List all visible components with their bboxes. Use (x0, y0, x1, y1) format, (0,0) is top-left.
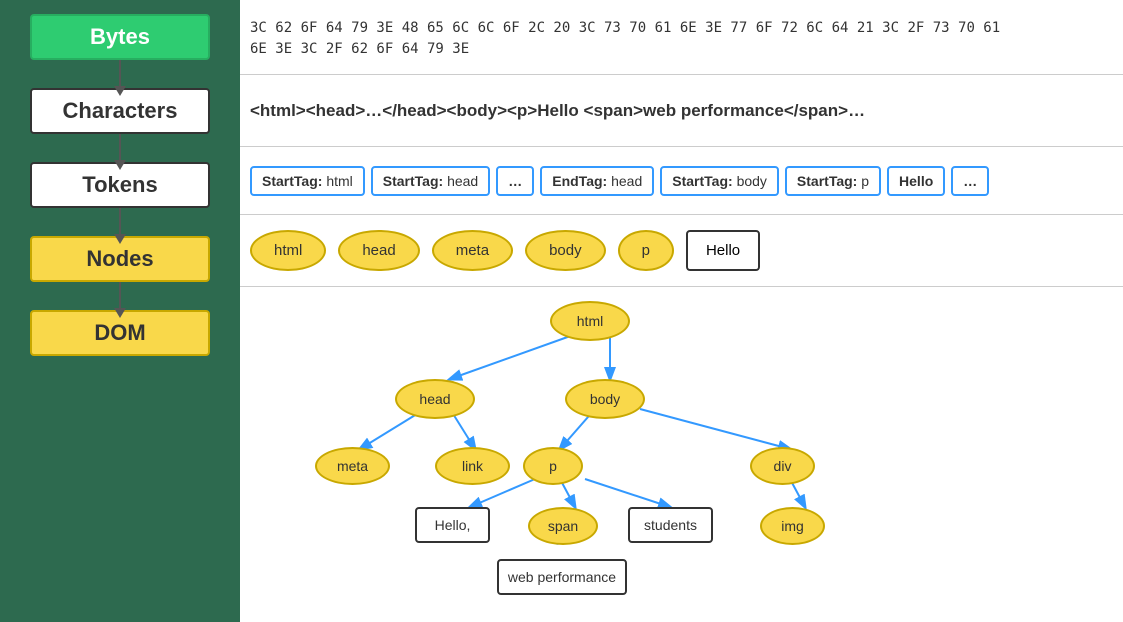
content-area: 3C 62 6F 64 79 3E 48 65 6C 6C 6F 2C 20 3… (240, 0, 1123, 622)
token-hello: Hello (887, 166, 945, 196)
bytes-content-row: 3C 62 6F 64 79 3E 48 65 6C 6C 6F 2C 20 3… (240, 0, 1123, 75)
dom-body: body (565, 379, 645, 419)
nodes-content-row: html head meta body p html Hello (240, 215, 1123, 287)
dom-students-box: students (628, 507, 713, 543)
token-starttag-body: StartTag: body (660, 166, 779, 196)
token-starttag-html: StartTag: html (250, 166, 365, 196)
dom-meta: meta (315, 447, 390, 485)
characters-to-tokens-arrow (119, 134, 121, 162)
characters-content-row: <html><head>…</head><body><p>Hello <span… (240, 75, 1123, 147)
main-container: Bytes Characters Tokens Nodes DOM 3C 62 … (0, 0, 1123, 622)
node-hello-box: html Hello (686, 230, 760, 271)
bytes-label: Bytes (90, 24, 150, 49)
dom-img: img (760, 507, 825, 545)
token-ellipsis-2: … (951, 166, 989, 196)
dom-html: html (550, 301, 630, 341)
token-endtag-head: EndTag: head (540, 166, 654, 196)
node-p: p (618, 230, 674, 271)
node-body: body (525, 230, 606, 271)
characters-label: Characters (63, 98, 178, 123)
dom-content-row: html head body meta link (240, 287, 1123, 622)
node-head: head (338, 230, 419, 271)
token-starttag-head: StartTag: head (371, 166, 490, 196)
node-html: html (250, 230, 326, 271)
bytes-to-characters-arrow (119, 60, 121, 88)
dom-head: head (395, 379, 475, 419)
tokens-label: Tokens (82, 172, 157, 197)
pipeline: Bytes Characters Tokens Nodes DOM (0, 0, 240, 622)
dom-span: span (528, 507, 598, 545)
bytes-text: 3C 62 6F 64 79 3E 48 65 6C 6C 6F 2C 20 3… (250, 18, 1000, 60)
token-ellipsis-1: … (496, 166, 534, 196)
nodes-label: Nodes (86, 246, 153, 271)
tokens-to-nodes-arrow (119, 208, 121, 236)
node-meta: meta (432, 230, 513, 271)
characters-text: <html><head>…</head><body><p>Hello <span… (250, 101, 865, 121)
dom-webperf-box: web performance (497, 559, 627, 595)
dom-div: div (750, 447, 815, 485)
bytes-box: Bytes (30, 14, 210, 60)
dom-hello-box: Hello, (415, 507, 490, 543)
nodes-to-dom-arrow (119, 282, 121, 310)
dom-p: p (523, 447, 583, 485)
dom-tree: html head body meta link (250, 297, 1103, 557)
dom-label: DOM (94, 320, 145, 345)
tokens-content-row: StartTag: html StartTag: head … EndTag: … (240, 147, 1123, 215)
token-starttag-p: StartTag: p (785, 166, 881, 196)
dom-link: link (435, 447, 510, 485)
